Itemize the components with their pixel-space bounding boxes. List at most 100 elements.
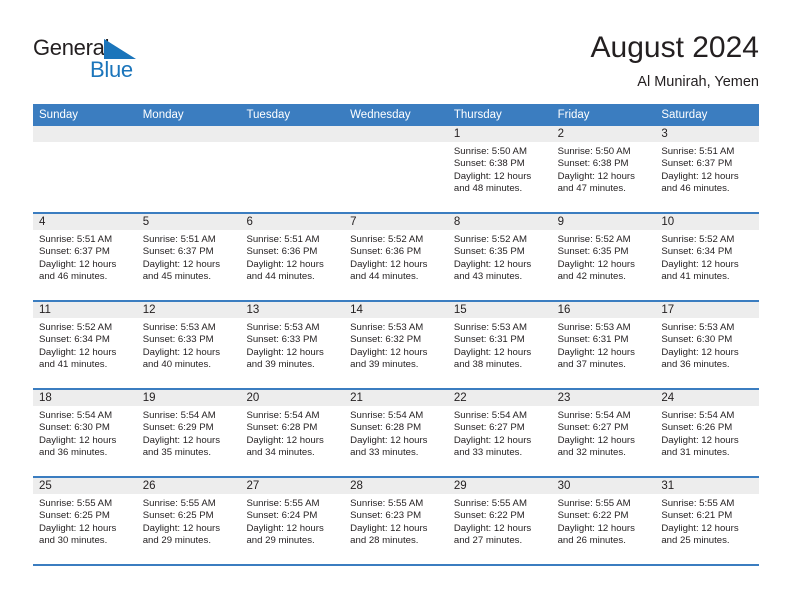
day-cell[interactable]: 15 Sunrise: 5:53 AM Sunset: 6:31 PM Dayligh… (447, 302, 552, 388)
day-cell[interactable]: 23 Sunrise: 5:54 AM Sunset: 6:27 PM Dayligh… (551, 390, 656, 476)
day-number-band: 24 (655, 390, 760, 406)
day-number: 26 (142, 480, 156, 492)
day-cell[interactable]: 18 Sunrise: 5:54 AM Sunset: 6:30 PM Dayligh… (33, 390, 137, 476)
daylight-text-line2: and 47 minutes. (557, 183, 626, 195)
day-number: 11 (39, 304, 51, 316)
day-details: Sunrise: 5:51 AM Sunset: 6:37 PM Daylight:… (33, 230, 137, 284)
day-cell[interactable]: 16 Sunrise: 5:53 AM Sunset: 6:31 PM Dayligh… (551, 302, 656, 388)
sunset-text: Sunset: 6:38 PM (453, 158, 525, 170)
day-number: 1 (453, 128, 461, 140)
weekday-header-thursday: Thursday (453, 109, 502, 121)
day-number: 5 (142, 216, 150, 228)
calendar-week-row: 18 Sunrise: 5:54 AM Sunset: 6:30 PM Dayligh… (33, 390, 760, 478)
daylight-text-line2: and 26 minutes. (557, 535, 626, 547)
day-cell[interactable]: 8 Sunrise: 5:52 AM Sunset: 6:35 PM Daylight… (447, 214, 552, 300)
day-cell[interactable]: 9 Sunrise: 5:52 AM Sunset: 6:35 PM Daylight… (551, 214, 656, 300)
daylight-text-line1: Daylight: 12 hours (142, 434, 221, 446)
sunset-text: Sunset: 6:25 PM (39, 510, 110, 522)
brand-name-blue: Blue (90, 57, 133, 82)
page-title: August 2024 (590, 31, 759, 64)
day-cell[interactable]: 13 Sunrise: 5:53 AM Sunset: 6:33 PM Dayligh… (240, 302, 345, 388)
day-details: Sunrise: 5:50 AM Sunset: 6:38 PM Daylight:… (448, 142, 552, 196)
weekday-header-tuesday: Tuesday (246, 109, 291, 121)
day-details: Sunrise: 5:54 AM Sunset: 6:28 PM Daylight:… (240, 406, 344, 460)
page-header: General Blue August 2024 Al Munirah, Yem… (0, 0, 792, 104)
day-cell[interactable]: 20 Sunrise: 5:54 AM Sunset: 6:28 PM Dayligh… (240, 390, 345, 476)
daylight-text-line2: and 31 minutes. (661, 447, 730, 459)
sunrise-text: Sunrise: 5:53 AM (142, 322, 216, 333)
day-cell[interactable]: 10 Sunrise: 5:52 AM Sunset: 6:34 PM Dayligh… (655, 214, 760, 300)
day-number-band: 14 (344, 302, 448, 318)
sunrise-text: Sunrise: 5:51 AM (142, 234, 216, 245)
day-cell[interactable]: 5 Sunrise: 5:51 AM Sunset: 6:37 PM Daylight… (136, 214, 241, 300)
day-cell[interactable]: 29 Sunrise: 5:55 AM Sunset: 6:22 PM Dayligh… (447, 478, 552, 564)
day-number-band: 12 (136, 302, 241, 318)
day-number: 16 (557, 304, 571, 316)
daylight-text-line1: Daylight: 12 hours (453, 522, 532, 534)
day-number-band: 27 (240, 478, 345, 494)
day-cell[interactable]: 7 Sunrise: 5:52 AM Sunset: 6:36 PM Daylight… (344, 214, 448, 300)
day-details: Sunrise: 5:52 AM Sunset: 6:35 PM Daylight:… (552, 230, 656, 284)
sunset-text: Sunset: 6:22 PM (453, 510, 525, 522)
day-cell[interactable]: 1 Sunrise: 5:50 AM Sunset: 6:38 PM Daylight… (447, 126, 552, 212)
day-cell[interactable]: 11 Sunrise: 5:52 AM Sunset: 6:34 PM Dayligh… (33, 302, 137, 388)
day-number: 30 (557, 480, 571, 492)
calendar-week-row: 25 Sunrise: 5:55 AM Sunset: 6:25 PM Dayligh… (33, 478, 760, 566)
sunset-text: Sunset: 6:37 PM (142, 246, 214, 258)
day-number: 29 (453, 480, 467, 492)
sunrise-text: Sunrise: 5:55 AM (453, 498, 527, 509)
daylight-text-line2: and 39 minutes. (246, 359, 315, 371)
calendar-grid: Sunday Monday Tuesday Wednesday Thursday Frid… (33, 104, 760, 566)
day-cell-empty (240, 126, 345, 212)
daylight-text-line1: Daylight: 12 hours (39, 258, 117, 270)
day-cell[interactable]: 19 Sunrise: 5:54 AM Sunset: 6:29 PM Dayligh… (136, 390, 241, 476)
day-cell[interactable]: 24 Sunrise: 5:54 AM Sunset: 6:26 PM Dayligh… (655, 390, 760, 476)
day-number-band: 22 (447, 390, 552, 406)
day-number-band: 31 (655, 478, 760, 494)
day-cell[interactable]: 12 Sunrise: 5:53 AM Sunset: 6:33 PM Dayligh… (136, 302, 241, 388)
brand-logo[interactable]: General Blue (33, 36, 253, 92)
day-cell[interactable]: 22 Sunrise: 5:54 AM Sunset: 6:27 PM Dayligh… (447, 390, 552, 476)
day-details: Sunrise: 5:53 AM Sunset: 6:33 PM Daylight:… (240, 318, 344, 372)
day-number-band: 25 (33, 478, 137, 494)
daylight-text-line1: Daylight: 12 hours (39, 522, 117, 534)
day-cell[interactable]: 3 Sunrise: 5:51 AM Sunset: 6:37 PM Daylight… (655, 126, 760, 212)
sunrise-text: Sunrise: 5:50 AM (557, 146, 631, 157)
day-cell[interactable]: 31 Sunrise: 5:55 AM Sunset: 6:21 PM Dayligh… (655, 478, 760, 564)
daylight-text-line2: and 37 minutes. (557, 359, 626, 371)
day-number-band: 3 (655, 126, 760, 142)
day-cell[interactable]: 26 Sunrise: 5:55 AM Sunset: 6:25 PM Dayligh… (136, 478, 241, 564)
daylight-text-line1: Daylight: 12 hours (350, 522, 428, 534)
day-details: Sunrise: 5:51 AM Sunset: 6:37 PM Daylight:… (137, 230, 241, 284)
day-number: 6 (246, 216, 253, 228)
sunset-text: Sunset: 6:30 PM (661, 334, 733, 346)
daylight-text-line1: Daylight: 12 hours (39, 346, 117, 358)
daylight-text-line2: and 29 minutes. (142, 535, 211, 547)
day-cell[interactable]: 30 Sunrise: 5:55 AM Sunset: 6:22 PM Dayligh… (551, 478, 656, 564)
day-cell[interactable]: 27 Sunrise: 5:55 AM Sunset: 6:24 PM Dayligh… (240, 478, 345, 564)
day-cell[interactable]: 28 Sunrise: 5:55 AM Sunset: 6:23 PM Dayligh… (344, 478, 448, 564)
day-details: Sunrise: 5:54 AM Sunset: 6:27 PM Daylight:… (448, 406, 552, 460)
day-cell[interactable]: 4 Sunrise: 5:51 AM Sunset: 6:37 PM Daylight… (33, 214, 137, 300)
day-cell[interactable]: 14 Sunrise: 5:53 AM Sunset: 6:32 PM Dayligh… (344, 302, 448, 388)
day-cell[interactable]: 6 Sunrise: 5:51 AM Sunset: 6:36 PM Daylight… (240, 214, 345, 300)
day-number-band: 9 (551, 214, 656, 230)
day-cell[interactable]: 25 Sunrise: 5:55 AM Sunset: 6:25 PM Dayligh… (33, 478, 137, 564)
daylight-text-line2: and 38 minutes. (453, 359, 523, 371)
sunset-text: Sunset: 6:23 PM (350, 510, 422, 522)
sunrise-text: Sunrise: 5:53 AM (453, 322, 527, 333)
day-number-band (344, 126, 448, 142)
sunrise-text: Sunrise: 5:54 AM (453, 410, 527, 421)
daylight-text-line1: Daylight: 12 hours (557, 170, 635, 182)
day-cell[interactable]: 17 Sunrise: 5:53 AM Sunset: 6:30 PM Dayligh… (655, 302, 760, 388)
day-details: Sunrise: 5:50 AM Sunset: 6:38 PM Daylight:… (552, 142, 656, 196)
day-details: Sunrise: 5:55 AM Sunset: 6:21 PM Daylight:… (655, 494, 759, 548)
daylight-text-line1: Daylight: 12 hours (557, 346, 635, 358)
sunrise-text: Sunrise: 5:55 AM (39, 498, 113, 509)
day-cell[interactable]: 21 Sunrise: 5:54 AM Sunset: 6:28 PM Dayligh… (344, 390, 448, 476)
day-number-band (136, 126, 241, 142)
day-details: Sunrise: 5:53 AM Sunset: 6:32 PM Daylight:… (344, 318, 448, 372)
day-cell[interactable]: 2 Sunrise: 5:50 AM Sunset: 6:38 PM Daylight… (551, 126, 656, 212)
daylight-text-line2: and 45 minutes. (142, 271, 211, 283)
daylight-text-line2: and 41 minutes. (661, 271, 730, 283)
